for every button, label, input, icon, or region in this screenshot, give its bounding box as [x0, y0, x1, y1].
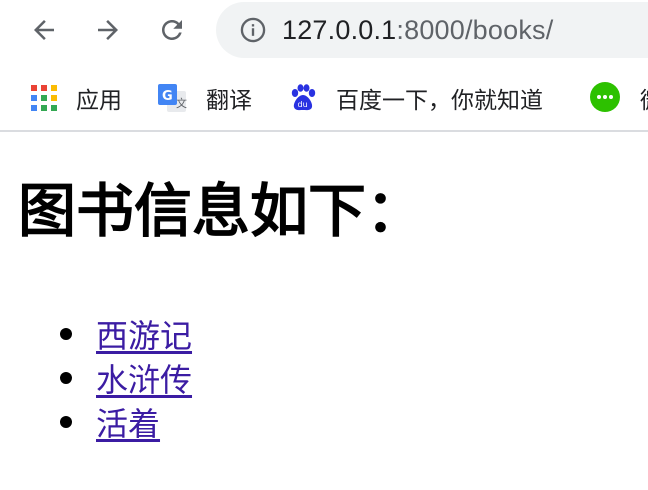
list-item: 活着: [60, 400, 192, 444]
arrow-right-icon: [98, 20, 118, 40]
bookmark-translate[interactable]: 文 G 翻译: [156, 66, 252, 130]
back-button[interactable]: [24, 10, 64, 50]
url-text[interactable]: 127.0.0.1:8000/books/: [282, 15, 553, 46]
arrow-left-icon: [34, 20, 54, 40]
url-host: 127.0.0.1: [282, 14, 397, 45]
bullet-icon: [60, 372, 72, 384]
bookmark-baidu-label: 百度一下，你就知道: [336, 88, 543, 114]
reload-button[interactable]: [152, 10, 192, 50]
svg-text:du: du: [298, 100, 308, 109]
book-link[interactable]: 活着: [96, 399, 160, 445]
page-heading: 图书信息如下：: [18, 177, 425, 245]
google-translate-icon: 文 G: [158, 84, 187, 112]
reload-icon: [162, 20, 182, 40]
book-link[interactable]: 水浒传: [96, 355, 192, 401]
svg-text:G: G: [162, 89, 173, 104]
bookmarks-bar: 应用 文 G 翻译 du 百度一下，你就知道 微: [0, 66, 648, 132]
bullet-icon: [60, 416, 72, 428]
bookmark-translate-label: 翻译: [206, 88, 252, 114]
svg-text:文: 文: [176, 96, 187, 110]
book-link[interactable]: 西游记: [96, 311, 192, 357]
apps-grid-icon: [31, 85, 57, 111]
book-list: 西游记 水浒传 活着: [60, 312, 192, 444]
browser-toolbar: 127.0.0.1:8000/books/: [0, 0, 648, 66]
bookmark-apps[interactable]: 应用: [30, 66, 122, 130]
site-info-icon[interactable]: [238, 15, 268, 45]
url-path: :8000/books/: [396, 14, 554, 45]
address-bar[interactable]: 127.0.0.1:8000/books/: [216, 2, 648, 58]
forward-button[interactable]: [88, 10, 128, 50]
list-item: 西游记: [60, 312, 192, 356]
bookmark-wechat-label: 微: [640, 81, 648, 115]
bookmark-wechat[interactable]: 微: [588, 66, 648, 130]
bullet-icon: [60, 328, 72, 340]
wechat-icon: [590, 82, 620, 112]
bookmark-baidu[interactable]: du 百度一下，你就知道: [288, 66, 543, 130]
list-item: 水浒传: [60, 356, 192, 400]
page-content: 图书信息如下： 西游记 水浒传 活着: [0, 132, 648, 490]
bookmark-apps-label: 应用: [76, 88, 122, 114]
baidu-paw-icon: du: [291, 84, 316, 111]
